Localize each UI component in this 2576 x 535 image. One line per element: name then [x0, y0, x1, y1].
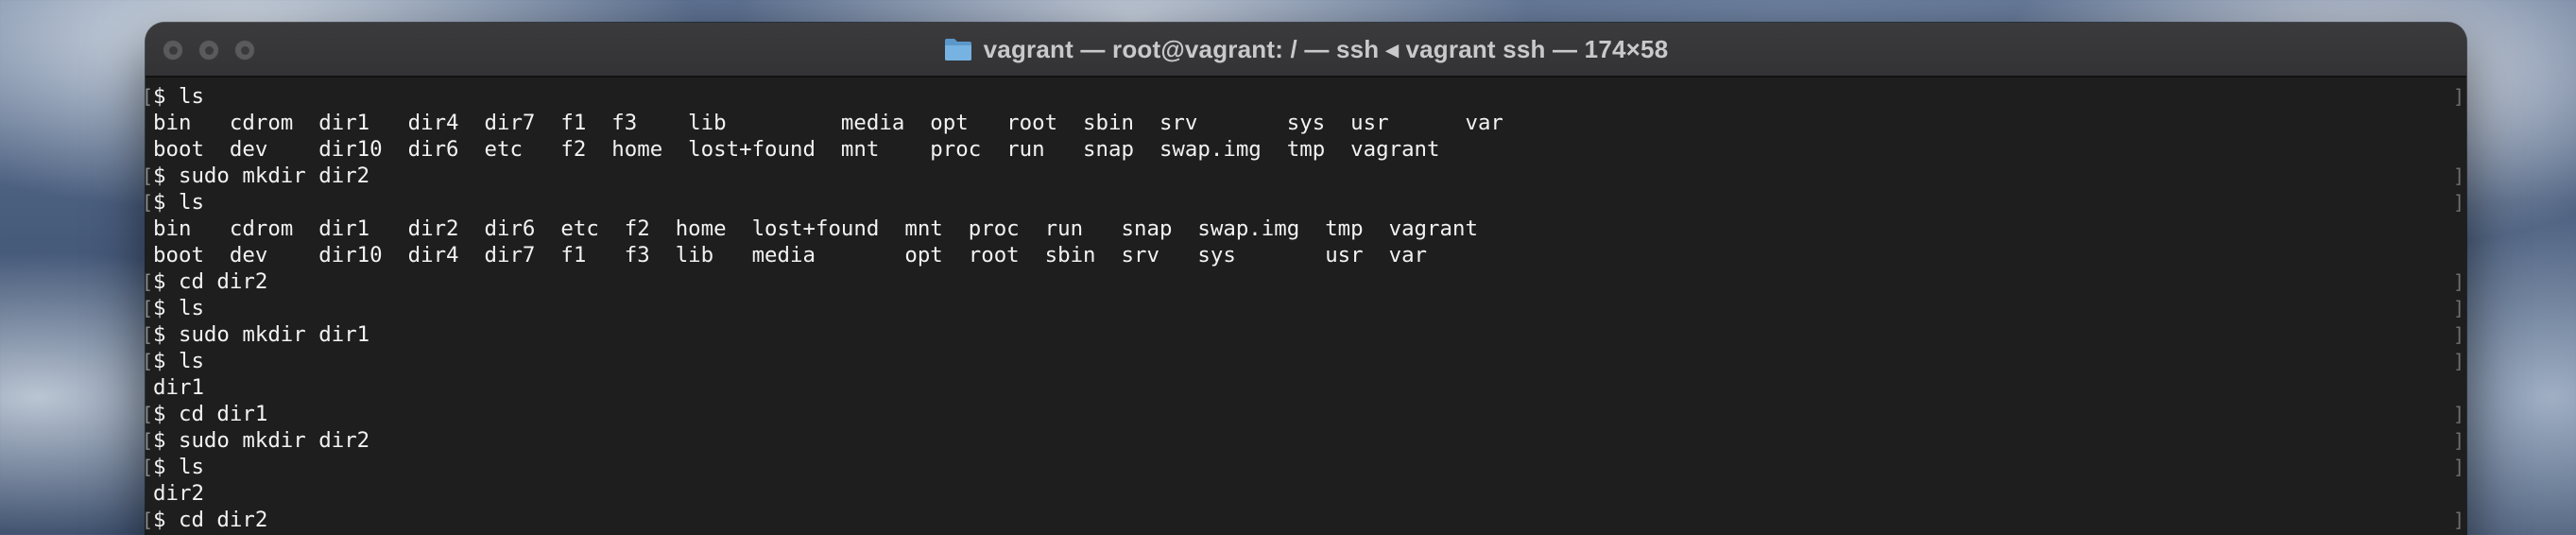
command-line: $ sudo mkdir dir2 — [146, 163, 2466, 189]
zoom-button[interactable] — [234, 40, 255, 60]
terminal-window[interactable]: vagrant — root@vagrant: / — ssh ◂ vagran… — [146, 23, 2466, 535]
output-line: dir1 — [153, 375, 204, 400]
zoom-icon — [240, 45, 249, 55]
window-controls — [163, 40, 255, 60]
command-line: $ ls — [146, 348, 2466, 374]
window-title-text: vagrant — root@vagrant: / — ssh ◂ vagran… — [983, 34, 1669, 63]
close-icon — [168, 45, 178, 55]
window-title: vagrant — root@vagrant: / — ssh ◂ vagran… — [944, 35, 1669, 64]
output-line: bin cdrom dir1 dir4 dir7 f1 f3 lib media… — [153, 111, 1503, 135]
folder-icon — [944, 39, 971, 60]
close-button[interactable] — [163, 40, 183, 60]
command-line: $ ls — [146, 189, 2466, 216]
output-line: bin cdrom dir1 dir2 dir6 etc f2 home los… — [153, 216, 1478, 241]
output-line: boot dev dir10 dir4 dir7 f1 f3 lib media… — [153, 243, 1428, 268]
command-line: $ cd dir2 — [146, 268, 2466, 295]
command-line: $ sudo mkdir dir1 — [146, 321, 2466, 348]
command-line: $ ls — [146, 295, 2466, 321]
terminal-output[interactable]: $ lsbin cdrom dir1 dir4 dir7 f1 f3 lib m… — [146, 78, 2466, 533]
command-line: $ sudo mkdir dir2 — [146, 427, 2466, 454]
minimize-button[interactable] — [198, 40, 219, 60]
output-line: boot dev dir10 dir6 etc f2 home lost+fou… — [153, 137, 1440, 162]
title-bar[interactable]: vagrant — root@vagrant: / — ssh ◂ vagran… — [146, 23, 2466, 78]
command-line: $ cd dir1 — [146, 401, 2466, 427]
minimize-icon — [204, 45, 214, 55]
command-line: $ ls — [146, 454, 2466, 480]
output-line: dir2 — [153, 481, 204, 506]
command-line: $ ls — [146, 83, 2466, 110]
command-line: $ cd dir2 — [146, 507, 2466, 533]
